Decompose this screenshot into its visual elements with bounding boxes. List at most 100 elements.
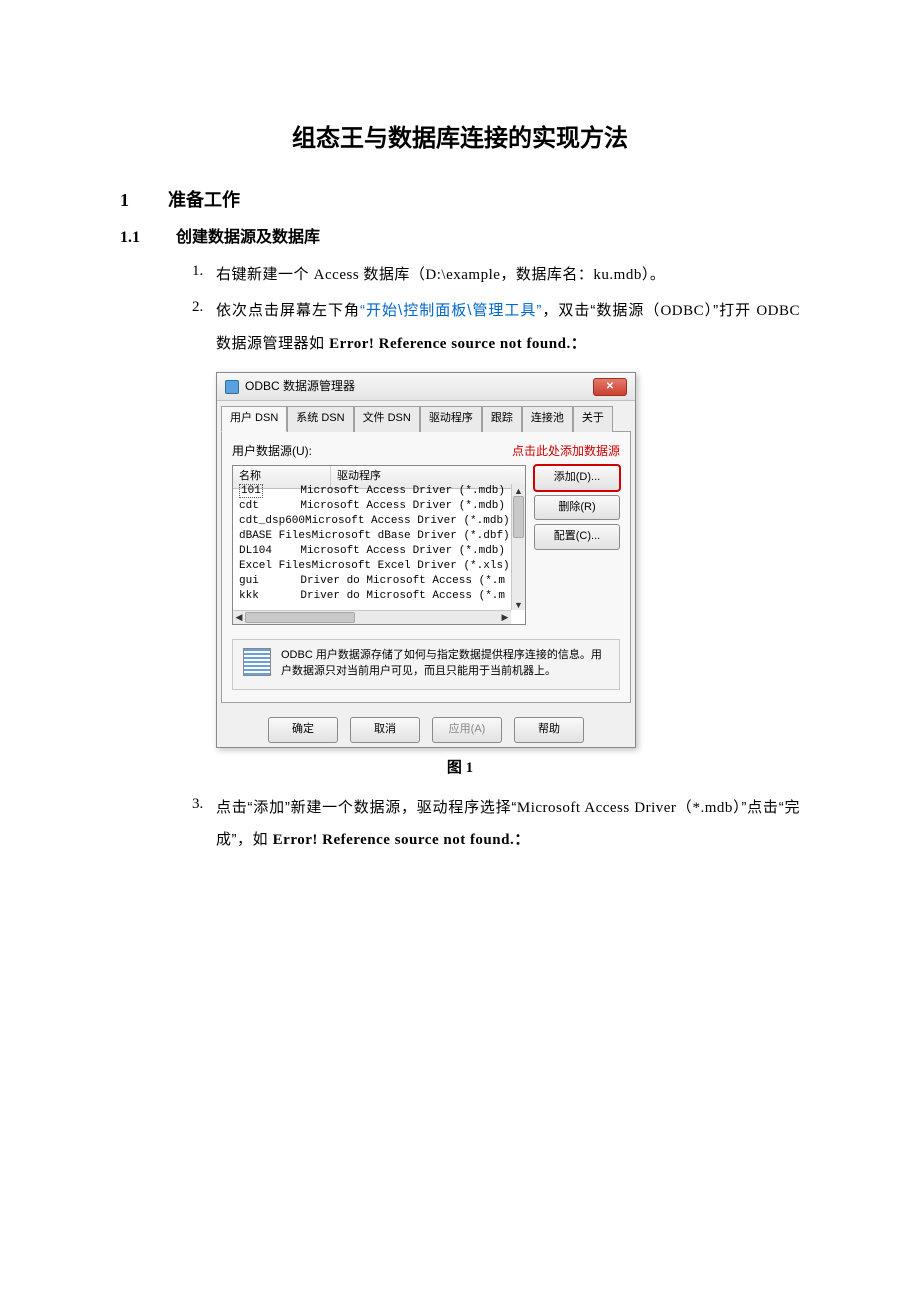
- heading-1-text: 准备工作: [168, 186, 240, 215]
- list-item[interactable]: Excel FilesMicrosoft Excel Driver (*.xls…: [233, 559, 511, 574]
- cell-driver: Microsoft Excel Driver (*.xls): [312, 559, 510, 574]
- list-item[interactable]: dBASE FilesMicrosoft dBase Driver (*.dbf…: [233, 529, 511, 544]
- text: ，双击“数据源（: [542, 302, 661, 319]
- cell-driver: Microsoft Access Driver (*.mdb): [300, 484, 505, 499]
- scroll-left-icon[interactable]: ◀: [233, 611, 245, 624]
- ok-button[interactable]: 确定: [268, 717, 338, 743]
- tab-about[interactable]: 关于: [573, 406, 613, 432]
- text: 数据源管理器如: [216, 335, 329, 352]
- dialog-title: ODBC 数据源管理器: [245, 377, 355, 396]
- step-1-body: 右键新建一个 Access 数据库（D:\example，数据库名：ku.mdb…: [216, 259, 800, 292]
- list-item[interactable]: DL104Microsoft Access Driver (*.mdb): [233, 544, 511, 559]
- step-3-body: 点击“添加”新建一个数据源，驱动程序选择“Microsoft Access Dr…: [216, 792, 800, 857]
- text: Access: [314, 267, 364, 283]
- link-text: “开始\控制面板\管理工具”: [360, 302, 542, 319]
- text: ）。: [642, 266, 666, 283]
- dialog-titlebar: ODBC 数据源管理器 ✕: [217, 373, 635, 401]
- add-button[interactable]: 添加(D)...: [534, 465, 620, 491]
- annotation-add-here: 点击此处添加数据源: [512, 442, 620, 461]
- cell-name: cdt_dsp600: [239, 514, 305, 529]
- figure-1-dialog: ODBC 数据源管理器 ✕ 用户 DSN 系统 DSN 文件 DSN 驱动程序 …: [216, 372, 800, 747]
- scroll-thumb[interactable]: [513, 496, 524, 538]
- scroll-right-icon[interactable]: ▶: [499, 611, 511, 624]
- document-title: 组态王与数据库连接的实现方法: [120, 120, 800, 158]
- cell-name: 101: [239, 484, 263, 498]
- text: ODBC: [660, 303, 704, 319]
- dsn-listbox[interactable]: 名称 驱动程序 101Microsoft Access Driver (*.md…: [232, 465, 526, 625]
- cell-driver: Microsoft dBase Driver (*.dbf): [312, 529, 510, 544]
- odbc-admin-dialog: ODBC 数据源管理器 ✕ 用户 DSN 系统 DSN 文件 DSN 驱动程序 …: [216, 372, 636, 747]
- tab-drivers[interactable]: 驱动程序: [420, 406, 482, 432]
- text: ku.mdb: [593, 267, 641, 283]
- text: D:\example: [425, 267, 500, 283]
- error-reference: Error! Reference source not found.: [329, 336, 571, 352]
- text: ，数据库名：: [500, 266, 593, 283]
- cell-driver: Driver do Microsoft Access (*.m: [300, 589, 505, 604]
- text: ）”打开: [704, 302, 756, 319]
- text: ：: [514, 831, 530, 848]
- info-icon: [243, 648, 271, 676]
- heading-level-2: 1.1 创建数据源及数据库: [120, 225, 800, 251]
- step-1: 1. 右键新建一个 Access 数据库（D:\example，数据库名：ku.…: [192, 259, 800, 292]
- configure-button[interactable]: 配置(C)...: [534, 524, 620, 550]
- text: （: [676, 799, 692, 816]
- heading-2-number: 1.1: [120, 225, 176, 251]
- step-3-number: 3.: [192, 792, 216, 857]
- scroll-thumb[interactable]: [245, 612, 355, 623]
- text: Microsoft Access Driver: [517, 800, 677, 816]
- list-item[interactable]: cdtMicrosoft Access Driver (*.mdb): [233, 499, 511, 514]
- step-2: 2. 依次点击屏幕左下角“开始\控制面板\管理工具”，双击“数据源（ODBC）”…: [192, 295, 800, 360]
- close-button[interactable]: ✕: [593, 378, 627, 396]
- tab-system-dsn[interactable]: 系统 DSN: [287, 406, 353, 432]
- step-2-body: 依次点击屏幕左下角“开始\控制面板\管理工具”，双击“数据源（ODBC）”打开 …: [216, 295, 800, 360]
- step-2-number: 2.: [192, 295, 216, 360]
- apply-button[interactable]: 应用(A): [432, 717, 502, 743]
- text: *.mdb: [692, 800, 732, 816]
- user-dsn-label: 用户数据源(U):: [232, 442, 512, 461]
- tab-pooling[interactable]: 连接池: [522, 406, 573, 432]
- step-3: 3. 点击“添加”新建一个数据源，驱动程序选择“Microsoft Access…: [192, 792, 800, 857]
- list-item[interactable]: 101 Microsoft Access Driver (*.mdb): [233, 484, 511, 499]
- tab-tracing[interactable]: 跟踪: [482, 406, 522, 432]
- text: 数据库（: [363, 266, 425, 283]
- scroll-down-icon[interactable]: ▼: [512, 598, 525, 610]
- scroll-up-icon[interactable]: ▲: [512, 484, 525, 496]
- cell-driver: Microsoft Access Driver (*.mdb): [300, 544, 505, 559]
- cell-name: Excel Files: [239, 559, 312, 574]
- info-text: ODBC 用户数据源存储了如何与指定数据提供程序连接的信息。用户数据源只对当前用…: [281, 648, 609, 679]
- tab-user-dsn[interactable]: 用户 DSN: [221, 406, 287, 432]
- list-item[interactable]: cdt_dsp600Microsoft Access Driver (*.mdb…: [233, 514, 511, 529]
- text: ：: [571, 335, 587, 352]
- tab-strip: 用户 DSN 系统 DSN 文件 DSN 驱动程序 跟踪 连接池 关于: [217, 401, 635, 431]
- list-item[interactable]: guiDriver do Microsoft Access (*.m: [233, 574, 511, 589]
- cell-driver: Microsoft Access Driver (*.mdb): [300, 499, 505, 514]
- vertical-scrollbar[interactable]: ▲ ▼: [511, 484, 525, 610]
- cell-name: cdt: [239, 499, 300, 514]
- text: ODBC: [756, 303, 800, 319]
- heading-2-text: 创建数据源及数据库: [176, 225, 320, 251]
- text: 依次点击屏幕左下角: [216, 302, 360, 319]
- text: 右键新建一个: [216, 266, 314, 283]
- info-panel: ODBC 用户数据源存储了如何与指定数据提供程序连接的信息。用户数据源只对当前用…: [232, 639, 620, 690]
- cell-name: dBASE Files: [239, 529, 312, 544]
- cancel-button[interactable]: 取消: [350, 717, 420, 743]
- remove-button[interactable]: 删除(R): [534, 495, 620, 521]
- text: 点击“添加”新建一个数据源，驱动程序选择“: [216, 799, 517, 816]
- list-item[interactable]: kkkDriver do Microsoft Access (*.m: [233, 589, 511, 604]
- cell-driver: Microsoft Access Driver (*.mdb): [305, 514, 510, 529]
- error-reference: Error! Reference source not found.: [273, 832, 515, 848]
- cell-name: gui: [239, 574, 300, 589]
- help-button[interactable]: 帮助: [514, 717, 584, 743]
- cell-name: DL104: [239, 544, 300, 559]
- cell-name: kkk: [239, 589, 300, 604]
- figure-1-caption: 图 1: [120, 756, 800, 780]
- tab-file-dsn[interactable]: 文件 DSN: [354, 406, 420, 432]
- button-column: 添加(D)... 删除(R) 配置(C)...: [534, 465, 620, 625]
- cell-driver: Driver do Microsoft Access (*.m: [300, 574, 505, 589]
- app-icon: [225, 380, 239, 394]
- heading-level-1: 1 准备工作: [120, 186, 800, 215]
- tab-panel-user-dsn: 用户数据源(U): 点击此处添加数据源 名称 驱动程序 101Microsoft…: [221, 431, 631, 703]
- step-1-number: 1.: [192, 259, 216, 292]
- heading-1-number: 1: [120, 186, 168, 215]
- horizontal-scrollbar[interactable]: ◀ ▶: [233, 610, 511, 624]
